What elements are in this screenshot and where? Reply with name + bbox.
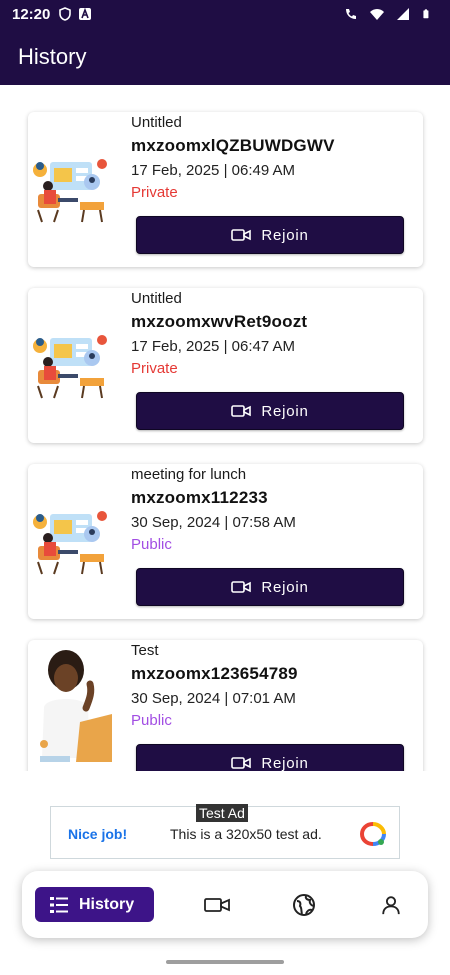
meeting-title: Untitled [131,114,182,131]
video-camera-icon [231,581,252,593]
meeting-illustration-icon [33,159,107,223]
signal-icon [397,8,409,20]
gesture-bar [166,960,284,964]
meeting-visibility: Private [131,184,178,201]
rejoin-button[interactable]: Rejoin [136,216,404,254]
video-camera-icon [231,405,252,417]
meeting-datetime: 17 Feb, 2025 | 06:47 AM [131,338,296,355]
person-at-laptop-icon [40,650,112,762]
nav-tab-meeting[interactable] [203,891,231,919]
meeting-room-id: mxzoomxlQZBUWDGWV [131,136,335,155]
rejoin-label: Rejoin [261,754,309,772]
globe-icon [293,894,315,916]
meeting-datetime: 30 Sep, 2024 | 07:01 AM [131,690,296,707]
ad-logo-icon [359,822,386,846]
meeting-card[interactable]: meeting for lunch mxzoomx112233 30 Sep, … [28,464,423,619]
wifi-icon [370,9,384,20]
meeting-visibility: Private [131,360,178,377]
status-bar: 12:20 [0,0,450,28]
video-camera-icon [231,229,252,241]
rejoin-button[interactable]: Rejoin [136,744,404,771]
rejoin-label: Rejoin [261,402,309,420]
ad-tag: Test Ad [196,804,248,822]
shield-icon [59,7,72,21]
meeting-title: Test [131,642,159,659]
meeting-visibility: Public [131,712,172,729]
meeting-datetime: 30 Sep, 2024 | 07:58 AM [131,514,296,531]
video-camera-icon [231,757,252,769]
wifi-call-icon [346,9,356,19]
video-icon [204,898,230,912]
ad-headline: Nice job! [68,826,128,842]
bottom-nav: History [22,871,428,938]
meeting-visibility: Public [131,536,172,553]
page-title: History [18,43,87,69]
meeting-datetime: 17 Feb, 2025 | 06:49 AM [131,162,296,179]
meeting-card[interactable]: Untitled mxzoomxwvRet9oozt 17 Feb, 2025 … [28,288,423,443]
ad-message: This is a 320x50 test ad. [170,826,322,842]
status-time: 12:20 [12,5,51,23]
meeting-title: meeting for lunch [131,466,247,483]
nav-tab-explore[interactable] [290,891,318,919]
meeting-card[interactable]: Untitled mxzoomxlQZBUWDGWV 17 Feb, 2025 … [28,112,423,267]
meeting-room-id: mxzoomx112233 [131,488,268,507]
ad-banner[interactable]: Test Ad Nice job! This is a 320x50 test … [50,804,400,859]
app-bar: History [0,28,450,85]
meeting-card[interactable]: Test mxzoomx123654789 30 Sep, 2024 | 07:… [28,640,423,771]
list-icon [50,896,68,913]
nav-tab-profile[interactable] [377,891,405,919]
rejoin-label: Rejoin [261,226,309,244]
meeting-title: Untitled [131,290,182,307]
notification-a-icon [79,7,92,20]
meeting-illustration-icon [33,511,107,575]
nav-tab-history[interactable]: History [35,887,154,922]
history-list[interactable]: Untitled mxzoomxlQZBUWDGWV 17 Feb, 2025 … [0,85,450,771]
meeting-room-id: mxzoomx123654789 [131,664,298,683]
battery-icon [423,9,429,19]
rejoin-button[interactable]: Rejoin [136,568,404,606]
person-icon [382,896,400,915]
rejoin-button[interactable]: Rejoin [136,392,404,430]
rejoin-label: Rejoin [261,578,309,596]
meeting-illustration-icon [33,335,107,399]
nav-tab-history-label: History [79,895,135,913]
meeting-room-id: mxzoomxwvRet9oozt [131,312,308,331]
